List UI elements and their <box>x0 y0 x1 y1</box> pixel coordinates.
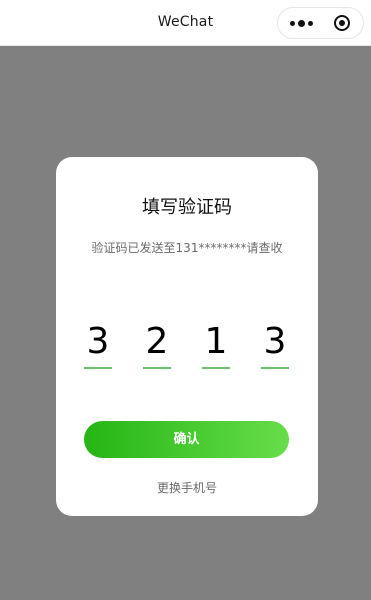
capsule-divider <box>321 16 322 30</box>
code-digit-input-4[interactable]: 3 <box>261 319 289 371</box>
verification-dialog: 填写验证码 验证码已发送至131********请查收 3 2 1 3 确认 更… <box>56 157 318 516</box>
digit-underline <box>202 367 230 369</box>
target-circle-icon <box>334 15 350 31</box>
code-digit-input-2[interactable]: 2 <box>143 319 171 371</box>
code-digit: 1 <box>204 321 228 362</box>
digit-underline <box>261 367 289 369</box>
code-digit: 2 <box>145 321 169 362</box>
capsule-menu <box>277 7 364 39</box>
digit-underline <box>84 367 112 369</box>
more-button[interactable] <box>284 8 318 38</box>
dialog-title: 填写验证码 <box>142 197 232 218</box>
code-sent-message: 验证码已发送至131********请查收 <box>91 241 283 255</box>
code-digit-input-3[interactable]: 1 <box>202 319 230 371</box>
code-digit: 3 <box>86 321 110 362</box>
close-button[interactable] <box>326 8 358 38</box>
code-digit: 3 <box>263 321 287 362</box>
more-dots-icon <box>289 19 313 27</box>
confirm-button[interactable]: 确认 <box>84 421 289 458</box>
digit-underline <box>143 367 171 369</box>
code-digit-input-1[interactable]: 3 <box>84 319 112 371</box>
change-phone-link[interactable]: 更换手机号 <box>56 479 318 496</box>
navigation-bar: WeChat <box>0 0 371 46</box>
